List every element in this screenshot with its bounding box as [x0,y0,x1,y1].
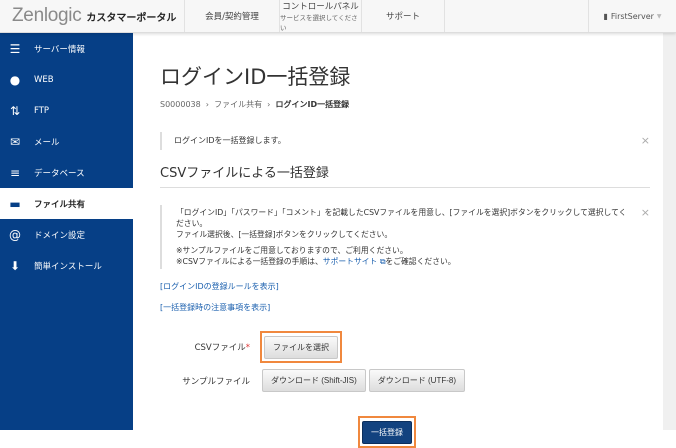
login-id-rules-link[interactable]: [ログインIDの登録ルールを表示] [160,281,650,292]
sidebar-item-mail[interactable]: ✉ メール [0,126,133,157]
mail-icon: ✉ [9,134,21,149]
info-box: × 「ログインID」「パスワード」「コメント」を記載したCSVファイルを用意し、… [160,205,650,269]
portal-title: カスタマーポータル [86,12,177,24]
sidebar-item-file-share[interactable]: ▬ ファイル共有 [0,188,133,219]
sidebar-item-ftp[interactable]: ⇅ FTP [0,95,133,126]
nav-label: 会員/契約管理 [205,12,259,22]
alert-message: ログインIDを一括登録します。 × [160,132,650,150]
server-icon: ☰ [9,41,21,56]
logo-text: Zenlogic [12,5,82,26]
at-icon: @ [9,227,21,242]
sidebar-item-label: ドメイン設定 [34,230,86,241]
building-icon: ▮ [603,11,608,21]
bulk-notes-link[interactable]: [一括登録時の注意事項を表示] [160,302,650,313]
csv-file-label: CSVファイル* [160,341,260,353]
sidebar-item-domain[interactable]: @ ドメイン設定 [0,219,133,250]
nav-support[interactable]: サポート [362,0,445,32]
user-menu[interactable]: ▮ FirstServer ▼ [588,0,676,32]
sidebar-item-label: サーバー情報 [34,44,85,55]
nav-membership[interactable]: 会員/契約管理 [185,0,280,32]
info-text-part: をご確認ください。 [385,257,456,266]
sidebar-item-label: メール [34,137,60,148]
top-header: Zenlogic カスタマーポータル 会員/契約管理 コントロールパネルサービスを… [0,0,676,33]
support-site-link[interactable]: サポートサイト [323,257,378,266]
page-title: ログインID一括登録 [160,65,351,89]
required-mark: * [245,343,250,353]
highlight-box: 一括登録 [358,416,416,448]
nav-control-panel[interactable]: コントロールパネルサービスを選択してください [280,0,362,32]
close-icon[interactable]: × [641,134,650,147]
logo[interactable]: Zenlogic カスタマーポータル [0,0,185,32]
transfer-icon: ⇅ [9,103,21,118]
breadcrumb-current: ログインID一括登録 [275,100,350,109]
section-heading: CSVファイルによる一括登録 [160,162,650,188]
sidebar-item-web[interactable]: ● WEB [0,64,133,95]
install-icon: ⬇ [9,258,21,273]
choose-file-button[interactable]: ファイルを選択 [264,336,338,359]
info-text: ※サンプルファイルをご用意しておりますので、ご利用ください。 [176,246,408,255]
globe-icon: ● [9,72,21,87]
sidebar-item-label: ファイル共有 [34,199,86,210]
label-text: CSVファイル [194,343,246,353]
scrollbar[interactable] [663,33,676,430]
database-icon: ≡ [9,165,21,180]
breadcrumb-server[interactable]: S0000038 [160,100,201,109]
bulk-register-button[interactable]: 一括登録 [362,421,412,444]
submit-area: 一括登録 [160,416,650,448]
sample-file-label: サンプルファイル [182,376,250,387]
sidebar-item-label: WEB [34,74,54,85]
download-utf8-button[interactable]: ダウンロード (UTF-8) [368,369,465,392]
sidebar-item-label: データベース [34,168,85,179]
sidebar-item-label: FTP [34,105,50,116]
folder-icon: ▬ [9,196,21,211]
sidebar: ☰ サーバー情報 ● WEB ⇅ FTP ✉ メール ≡ データベース ▬ ファイル共有 @… [0,33,133,430]
nav-sublabel: サービスを選択してください [280,14,358,32]
info-text: ※CSVファイルによる一括登録の手順は、サポートサイト ⧉をご確認ください。 [176,256,630,267]
info-text-part: ※CSVファイルによる一括登録の手順は、 [176,257,323,266]
csv-file-row: CSVファイル* ファイルを選択 [160,331,650,363]
user-name: FirstServer [610,11,654,21]
main-content: ログインID一括登録 S0000038 › ファイル共有 › ログインID一括登… [160,33,650,448]
download-shift-jis-button[interactable]: ダウンロード (Shift-JIS) [262,369,366,392]
nav-label: コントロールパネル [282,2,359,12]
breadcrumb: S0000038 › ファイル共有 › ログインID一括登録 [160,100,350,109]
sidebar-item-install[interactable]: ⬇ 簡単インストール [0,250,133,281]
info-text: ファイル選択後、[一括登録]ボタンをクリックしてください。 [176,230,393,239]
breadcrumb-file-share[interactable]: ファイル共有 [214,100,262,109]
nav-label: サポート [385,12,420,22]
info-text: 「ログインID」「パスワード」「コメント」を記載したCSVファイルを用意し、[フ… [176,208,627,228]
close-icon[interactable]: × [641,207,650,218]
sidebar-item-label: 簡単インストール [34,261,102,272]
highlight-box: ファイルを選択 [260,331,342,363]
sidebar-item-database[interactable]: ≡ データベース [0,157,133,188]
alert-text: ログインIDを一括登録します。 [174,136,286,145]
chevron-down-icon: ▼ [656,12,662,20]
sample-file-row: サンプルファイル ダウンロード (Shift-JIS) ダウンロード (UTF-… [160,369,650,392]
sidebar-item-server-info[interactable]: ☰ サーバー情報 [0,33,133,64]
